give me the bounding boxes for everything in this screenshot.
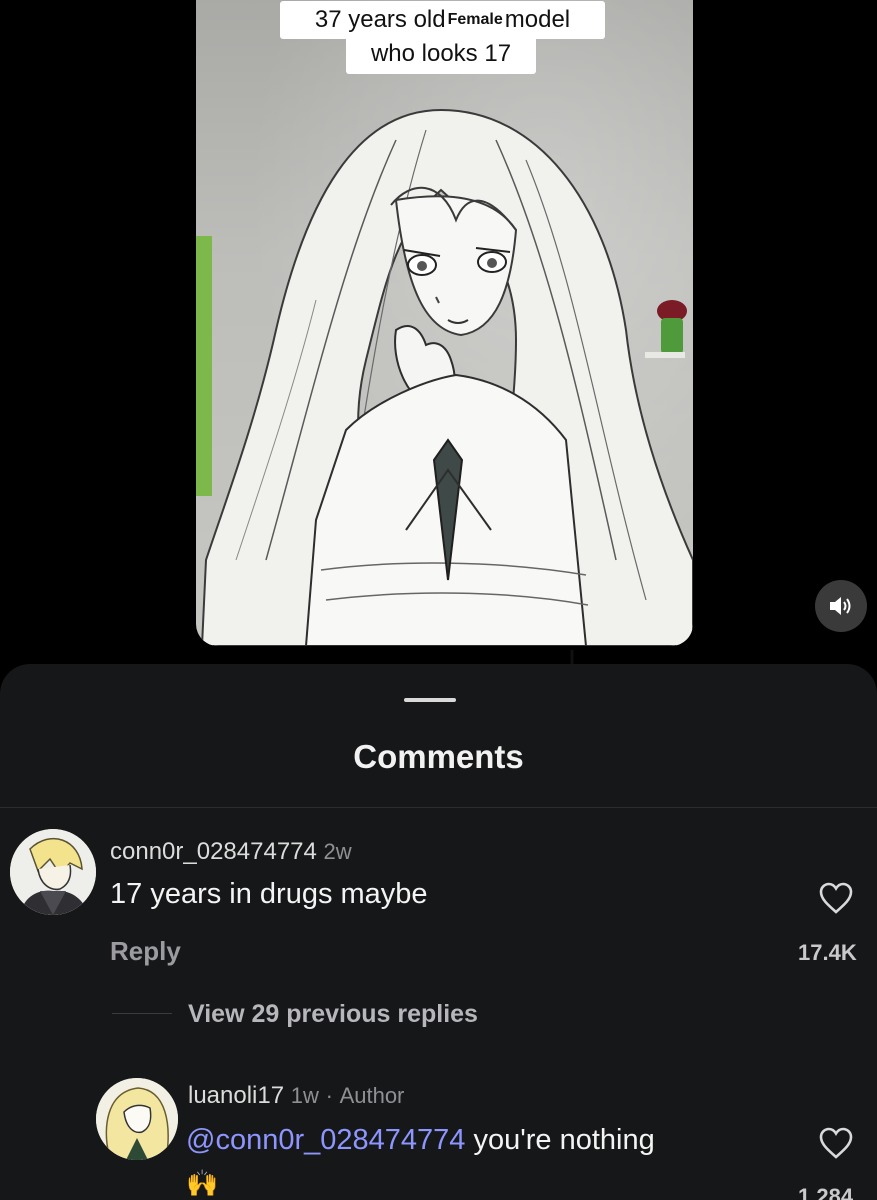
replies-line — [112, 1013, 172, 1014]
speaker-volume-icon — [830, 597, 851, 615]
caption-text-small: Female — [447, 11, 503, 28]
like-count: 1,284 — [798, 1184, 854, 1200]
comment-author[interactable]: luanoli17 1w · Author — [188, 1082, 404, 1110]
comment-age: 1w — [290, 1083, 319, 1108]
header-divider — [0, 807, 877, 808]
like-count: 17.4K — [798, 940, 857, 965]
mention-link[interactable]: @conn0r_028474774 — [186, 1124, 465, 1156]
reply-button[interactable]: Reply — [110, 936, 181, 967]
comment-author[interactable]: conn0r_028474774 2w — [110, 838, 352, 866]
avatar-image — [10, 829, 96, 915]
heart-icon[interactable] — [818, 1126, 854, 1160]
comment-age: 2w — [323, 839, 352, 864]
character-drawing — [200, 108, 693, 646]
comments-sheet: Comments conn0r_028474774 2w 17 years in… — [0, 664, 877, 1200]
caption-text-3: who looks 17 — [370, 40, 512, 67]
comment-text: @conn0r_028474774 you're nothing — [186, 1124, 655, 1157]
screen: 37 years old Female model who looks 17 C… — [0, 0, 877, 1200]
avatar[interactable] — [96, 1078, 178, 1160]
video-caption-line-2: who looks 17 — [346, 34, 536, 74]
view-previous-replies-button[interactable]: View 29 previous replies — [188, 1000, 478, 1029]
meta-separator: · — [325, 1083, 333, 1108]
volume-button[interactable] — [815, 580, 867, 632]
avatar[interactable] — [10, 829, 96, 915]
comment-username[interactable]: conn0r_028474774 — [110, 838, 317, 865]
avatar-image — [96, 1078, 178, 1160]
comment-body: you're nothing — [465, 1124, 655, 1156]
raised-hands-emoji: 🙌 — [186, 1168, 219, 1198]
comment-text: 17 years in drugs maybe — [110, 878, 428, 910]
video-player[interactable] — [196, 0, 693, 646]
heart-icon[interactable] — [818, 881, 854, 915]
caption-text-1: 37 years old — [314, 6, 446, 33]
comments-title: Comments — [353, 738, 524, 775]
author-badge: Author — [339, 1083, 405, 1108]
drag-handle[interactable] — [404, 698, 456, 702]
caption-text-2: model — [504, 6, 571, 33]
comment-username[interactable]: luanoli17 — [188, 1082, 284, 1109]
